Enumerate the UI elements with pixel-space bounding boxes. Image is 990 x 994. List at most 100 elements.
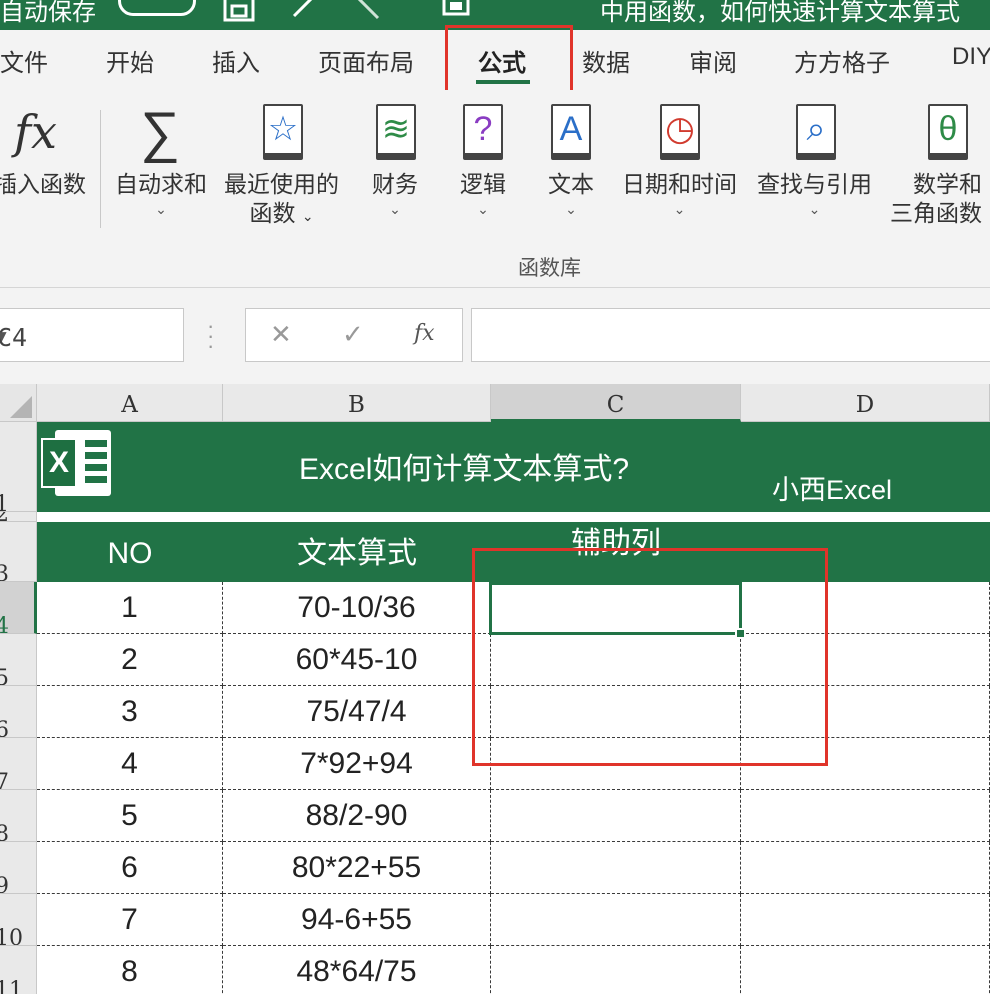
row-header-7[interactable]: 7 — [0, 738, 37, 790]
cell-b8[interactable]: 88/2-90 — [223, 790, 491, 842]
cell-d9[interactable] — [741, 842, 990, 894]
formula-buttons: ✕ ✓ fx — [245, 308, 463, 362]
ribbon-function-library: fx 插入函数 ∑ 自动求和 ⌄ ☆ 最近使用的 函数 ⌄ ≋ 财务 ⌄ ? 逻… — [0, 90, 990, 288]
tab-home[interactable]: 开始 — [106, 43, 154, 78]
chevron-down-icon: ⌄ — [301, 208, 314, 224]
row-header-10[interactable]: 10 — [0, 894, 37, 946]
financial-coins-icon[interactable]: ≋ — [376, 104, 416, 160]
cell-a4[interactable]: 1 — [37, 582, 223, 634]
datetime-label: 日期和时间 — [622, 171, 737, 197]
worksheet-grid: A B C D 1 2 3 4 5 6 7 8 9 10 11 X Excel如… — [0, 384, 990, 994]
row-header-11[interactable]: 11 — [0, 946, 37, 994]
recent-functions-label-line2: 函数 — [249, 200, 296, 226]
row-header-8[interactable]: 8 — [0, 790, 37, 842]
select-all-corner[interactable] — [0, 384, 37, 422]
enter-check-icon[interactable]: ✓ — [342, 319, 364, 350]
tab-fangfang-gezi[interactable]: 方方格子 — [794, 43, 890, 78]
cell-d11[interactable] — [741, 946, 990, 994]
text-a-icon[interactable]: A — [551, 104, 591, 160]
recent-functions-button[interactable]: 最近使用的 函数 ⌄ — [224, 170, 339, 231]
insert-function-fx-icon[interactable]: fx — [414, 321, 435, 346]
row-number: 4 — [0, 614, 9, 633]
save-icon[interactable] — [222, 0, 256, 24]
header-text-expression[interactable]: 文本算式 — [223, 522, 491, 582]
lookup-button[interactable]: 查找与引用 ⌄ — [757, 170, 872, 219]
formula-bar-area: C4 ▼ · · · ✕ ✓ fx — [0, 288, 990, 384]
autosum-button[interactable]: 自动求和 ⌄ — [115, 170, 207, 219]
row-header-1[interactable]: 1 — [0, 422, 37, 512]
banner-title: Excel如何计算文本算式? — [299, 453, 630, 486]
recent-functions-star-icon[interactable]: ☆ — [263, 104, 303, 160]
chevron-down-icon: ⌄ — [565, 201, 577, 217]
redo-icon[interactable] — [352, 0, 386, 24]
row-header-5[interactable]: 5 — [0, 634, 37, 686]
print-preview-icon[interactable] — [440, 0, 474, 24]
math-trig-button[interactable]: 数学和 三角函数 — [890, 170, 982, 228]
cell-c11[interactable] — [491, 946, 741, 994]
logical-question-icon[interactable]: ? — [463, 104, 503, 160]
tab-diy[interactable]: DIY — [952, 43, 990, 71]
row-number: 11 — [0, 978, 23, 994]
cancel-icon[interactable]: ✕ — [270, 319, 292, 350]
math-theta-icon[interactable]: θ — [928, 104, 968, 160]
cell-b6[interactable]: 75/47/4 — [223, 686, 491, 738]
row-number: 10 — [0, 926, 23, 946]
datetime-clock-icon[interactable]: ◷ — [660, 104, 700, 160]
row-number: 6 — [0, 718, 9, 737]
formula-input[interactable] — [471, 308, 990, 362]
lookup-magnifier-icon[interactable]: ⌕ — [796, 104, 836, 160]
financial-button[interactable]: 财务 ⌄ — [372, 170, 418, 219]
insert-function-button[interactable]: 插入函数 — [0, 170, 86, 199]
cell-a7[interactable]: 4 — [37, 738, 223, 790]
cell-c8[interactable] — [491, 790, 741, 842]
tab-file[interactable]: 文件 — [0, 43, 48, 78]
logical-button[interactable]: 逻辑 ⌄ — [460, 170, 506, 219]
cell-d10[interactable] — [741, 894, 990, 946]
chevron-down-icon: ⌄ — [808, 201, 821, 217]
cell-b7[interactable]: 7*92+94 — [223, 738, 491, 790]
title-banner[interactable]: X Excel如何计算文本算式? 小西Excel — [37, 422, 990, 512]
cell-c9[interactable] — [491, 842, 741, 894]
column-header-c[interactable]: C — [491, 384, 741, 422]
tab-review[interactable]: 审阅 — [689, 43, 737, 78]
tab-page-layout[interactable]: 页面布局 — [318, 43, 414, 78]
lookup-label: 查找与引用 — [757, 171, 872, 197]
cell-b5[interactable]: 60*45-10 — [223, 634, 491, 686]
text-button[interactable]: 文本 ⌄ — [548, 170, 594, 219]
cell-d8[interactable] — [741, 790, 990, 842]
autosave-toggle[interactable] — [118, 0, 196, 16]
column-header-a[interactable]: A — [37, 384, 223, 422]
column-header-d[interactable]: D — [741, 384, 990, 422]
row-header-3[interactable]: 3 — [0, 522, 37, 582]
insert-function-icon[interactable]: fx — [14, 104, 57, 160]
cell-a8[interactable]: 5 — [37, 790, 223, 842]
cell-c10[interactable] — [491, 894, 741, 946]
name-box[interactable]: C4 ▼ — [0, 308, 184, 362]
cell-b4[interactable]: 70-10/36 — [223, 582, 491, 634]
header-no[interactable]: NO — [37, 522, 223, 582]
tab-data[interactable]: 数据 — [582, 43, 630, 78]
cell-a10[interactable]: 7 — [37, 894, 223, 946]
dropdown-arrow-icon[interactable]: ▼ — [0, 326, 173, 345]
cell-a6[interactable]: 3 — [37, 686, 223, 738]
autosum-sigma-icon[interactable]: ∑ — [140, 102, 180, 162]
row-number: 1 — [0, 492, 9, 511]
row-header-9[interactable]: 9 — [0, 842, 37, 894]
cell-a5[interactable]: 2 — [37, 634, 223, 686]
cell-a9[interactable]: 6 — [37, 842, 223, 894]
tab-insert[interactable]: 插入 — [212, 43, 260, 78]
cell-a11[interactable]: 8 — [37, 946, 223, 994]
undo-icon[interactable] — [290, 0, 324, 24]
chevron-down-icon: ⌄ — [389, 201, 401, 217]
column-header-b[interactable]: B — [223, 384, 491, 422]
cell-b10[interactable]: 94-6+55 — [223, 894, 491, 946]
row-header-6[interactable]: 6 — [0, 686, 37, 738]
autosum-label: 自动求和 — [115, 171, 207, 197]
row-header-2[interactable]: 2 — [0, 512, 37, 522]
row-header-4[interactable]: 4 — [0, 582, 37, 634]
row-number: 7 — [0, 770, 9, 789]
datetime-button[interactable]: 日期和时间 ⌄ — [622, 170, 737, 219]
cell-b9[interactable]: 80*22+55 — [223, 842, 491, 894]
more-options-icon[interactable]: · · · — [207, 315, 214, 357]
cell-b11[interactable]: 48*64/75 — [223, 946, 491, 994]
